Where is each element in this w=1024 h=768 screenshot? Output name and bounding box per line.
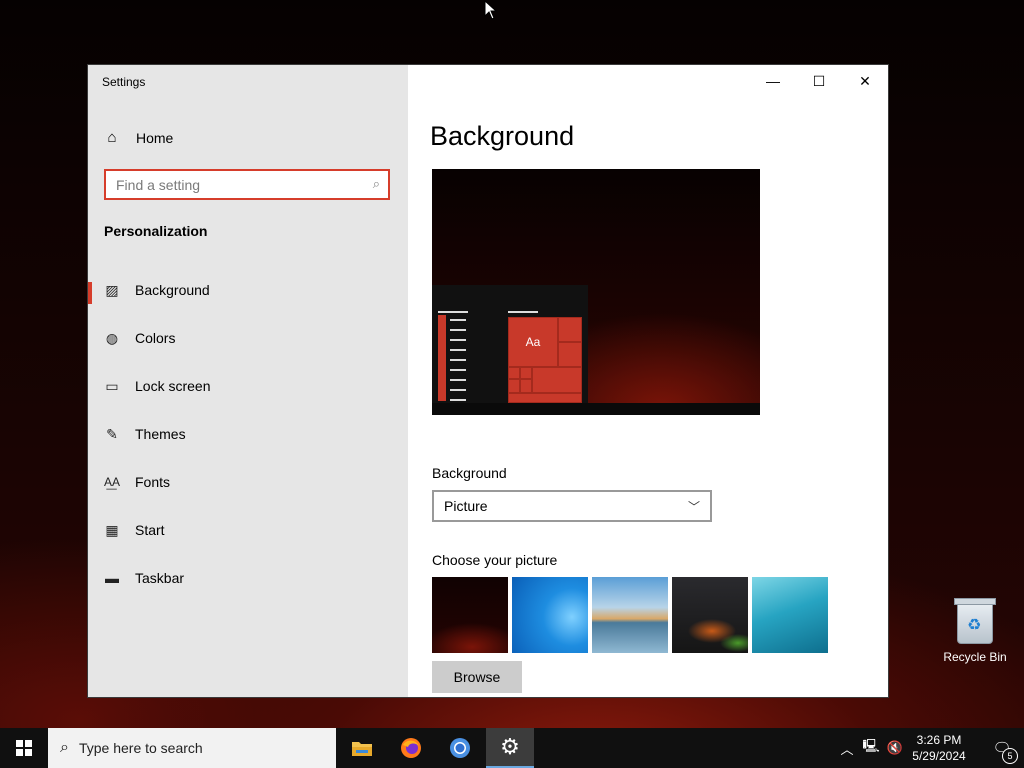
find-setting-input[interactable] bbox=[106, 171, 366, 198]
file-explorer-button[interactable] bbox=[338, 728, 386, 768]
preview-app-list bbox=[438, 315, 446, 401]
taskbar-icon: ▬ bbox=[105, 570, 119, 586]
preview-tile bbox=[532, 367, 582, 393]
choose-picture-label: Choose your picture bbox=[432, 552, 558, 568]
themes-icon: ✎ bbox=[106, 425, 118, 442]
background-type-dropdown[interactable]: Picture ﹀ bbox=[432, 490, 712, 522]
preview-taskbar bbox=[432, 403, 760, 415]
sidebar-item-label: Background bbox=[135, 282, 210, 298]
sidebar-item-label: Start bbox=[135, 522, 165, 538]
preview-tile bbox=[558, 317, 582, 342]
main-content: Background Aa Background Picture ﹀ Choos… bbox=[408, 65, 888, 697]
show-hidden-icons-button[interactable]: ︿ bbox=[838, 728, 856, 768]
firefox-icon bbox=[401, 738, 421, 758]
folder-icon bbox=[352, 742, 372, 756]
preview-tile bbox=[508, 393, 582, 403]
page-title: Background bbox=[430, 121, 575, 151]
sidebar-item-label: Lock screen bbox=[135, 378, 211, 394]
browse-button[interactable]: Browse bbox=[432, 661, 522, 693]
chrome-icon bbox=[450, 738, 470, 758]
section-title: Personalization bbox=[104, 223, 208, 239]
start-button[interactable] bbox=[0, 728, 48, 768]
clock-time: 3:26 PM bbox=[916, 733, 962, 747]
sidebar-item-background[interactable]: ▨ Background bbox=[88, 270, 408, 310]
sidebar-item-colors[interactable]: ◍ Colors bbox=[88, 318, 408, 358]
sidebar-item-label: Taskbar bbox=[135, 570, 185, 586]
settings-app-button[interactable]: ⚙ bbox=[486, 728, 534, 768]
picture-thumbnail-3[interactable] bbox=[592, 577, 668, 653]
picture-thumbnail-2[interactable] bbox=[512, 577, 588, 653]
sidebar-item-label: Themes bbox=[135, 426, 186, 442]
preview-line bbox=[438, 311, 468, 313]
chevron-down-icon: ﹀ bbox=[687, 500, 700, 514]
preview-tile bbox=[520, 367, 532, 379]
window-title: Settings bbox=[102, 75, 146, 89]
action-center-button[interactable]: 🗨 5 bbox=[980, 728, 1024, 768]
sidebar-item-label: Colors bbox=[135, 330, 176, 346]
preview-tile bbox=[520, 379, 532, 393]
sidebar-item-themes[interactable]: ✎ Themes bbox=[88, 414, 408, 454]
gear-icon: ⚙ bbox=[500, 734, 520, 759]
preview-tile bbox=[558, 342, 582, 367]
start-icon: ▦ bbox=[105, 521, 119, 538]
home-icon: ⌂ bbox=[107, 129, 117, 146]
preview-tile bbox=[508, 367, 520, 379]
search-box[interactable]: ⌕ bbox=[104, 169, 390, 200]
picture-thumbnail-5[interactable] bbox=[752, 577, 828, 653]
recycle-bin-icon: ♻ bbox=[954, 598, 996, 644]
firefox-button[interactable] bbox=[387, 728, 435, 768]
sidebar-item-start[interactable]: ▦ Start bbox=[88, 510, 408, 550]
dropdown-value: Picture bbox=[444, 498, 488, 514]
taskbar-search-box[interactable]: ⌕ Type here to search bbox=[48, 728, 336, 768]
palette-icon: ◍ bbox=[105, 329, 119, 346]
chrome-button[interactable] bbox=[436, 728, 484, 768]
settings-window: Settings ⌂ Home ⌕ Personalization ▨ Back… bbox=[88, 65, 888, 697]
picture-icon: ▨ bbox=[105, 281, 119, 298]
mouse-cursor-icon bbox=[484, 0, 498, 20]
sidebar-item-fonts[interactable]: A͟A Fonts bbox=[88, 462, 408, 502]
background-label: Background bbox=[432, 465, 507, 481]
clock-date: 5/29/2024 bbox=[912, 749, 966, 763]
sidebar-item-label: Fonts bbox=[135, 474, 171, 490]
preview-tile-aa: Aa bbox=[508, 317, 558, 367]
chevron-up-icon: ︿ bbox=[840, 741, 854, 757]
search-icon: ⌕ bbox=[372, 176, 380, 191]
notification-badge: 5 bbox=[1002, 748, 1018, 764]
sidebar-item-lock-screen[interactable]: ▭ Lock screen bbox=[88, 366, 408, 406]
picture-thumbnail-1[interactable] bbox=[432, 577, 508, 653]
sidebar-item-taskbar[interactable]: ▬ Taskbar bbox=[88, 558, 408, 598]
recycle-bin[interactable]: ♻ Recycle Bin bbox=[938, 598, 1012, 664]
recycle-bin-label: Recycle Bin bbox=[943, 650, 1007, 664]
volume-muted-icon: 🔇 bbox=[886, 740, 904, 755]
system-clock[interactable]: 3:26 PM 5/29/2024 bbox=[904, 732, 974, 764]
background-preview: Aa bbox=[432, 169, 760, 415]
taskbar-search-placeholder: Type here to search bbox=[78, 740, 203, 756]
sidebar: Settings ⌂ Home ⌕ Personalization ▨ Back… bbox=[88, 65, 408, 697]
network-icon: 🖳 bbox=[862, 738, 880, 753]
preview-line bbox=[508, 311, 538, 313]
preview-lines bbox=[450, 319, 466, 409]
fonts-icon: A͟A bbox=[104, 475, 121, 489]
preview-tile bbox=[508, 379, 520, 393]
picture-thumbnail-4[interactable] bbox=[672, 577, 748, 653]
lock-screen-icon: ▭ bbox=[105, 377, 119, 394]
search-icon: ⌕ bbox=[60, 739, 69, 756]
windows-logo-icon bbox=[16, 740, 32, 756]
taskbar: ⌕ Type here to search ⚙ ︿ 🖳 🔇 3:26 PM 5/… bbox=[0, 728, 1024, 768]
volume-button[interactable]: 🔇 bbox=[884, 728, 906, 768]
network-button[interactable]: 🖳 bbox=[860, 728, 882, 768]
home-label: Home bbox=[136, 129, 174, 146]
sidebar-home[interactable]: ⌂ Home bbox=[104, 129, 173, 146]
